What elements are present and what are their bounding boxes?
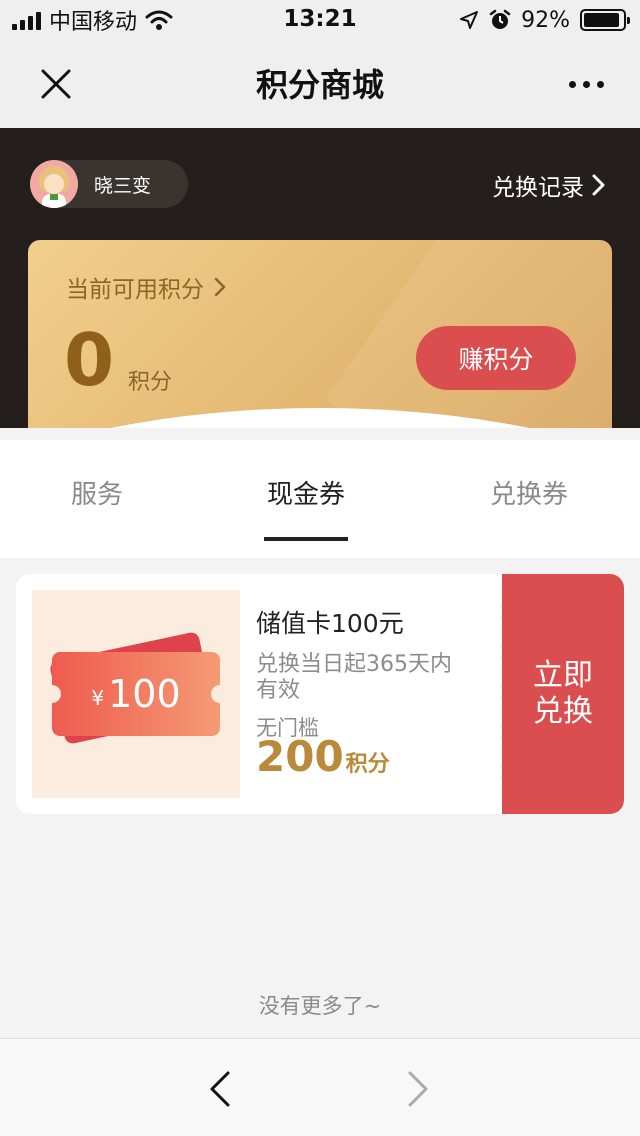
avatar [30,160,78,208]
redeem-label: 立即兑换 [533,659,593,728]
coupon-card[interactable]: ¥ 100 储值卡100元 兑换当日起365天内有效 无门槛 200 积分 立即… [16,574,624,814]
tab-exchange-coupon[interactable]: 兑换券 [469,474,589,511]
chevron-right-icon [214,277,226,297]
more-button[interactable] [556,58,616,110]
more-icon [568,80,576,88]
user-profile-pill[interactable]: 晓三变 [30,160,188,208]
coupon-price-value: 200 [256,732,344,781]
nav-bar: 积分商城 [0,40,640,128]
ticket-graphic: ¥ 100 [52,652,220,736]
points-unit: 积分 [128,370,173,395]
no-more-text: 没有更多了~ [258,994,382,1018]
battery-icon [580,9,630,31]
coupon-image: ¥ 100 [32,590,240,798]
exchange-records-link[interactable]: 兑换记录 [492,168,606,202]
chevron-right-icon [408,1071,428,1107]
redeem-button[interactable]: 立即兑换 [502,574,624,814]
earn-points-button[interactable]: 赚积分 [416,326,576,390]
forward-button[interactable] [390,1061,446,1117]
ticket-amount: 100 [108,672,181,716]
back-button[interactable] [192,1061,248,1117]
coupon-price: 200 积分 [256,732,390,781]
tab-service[interactable]: 服务 [37,474,157,511]
username: 晓三变 [94,174,152,197]
available-points-label: 当前可用积分 [66,277,204,303]
points-card: 当前可用积分 0 积分 赚积分 [28,240,612,428]
page-title: 积分商城 [255,66,384,104]
points-value: 0 [64,318,115,402]
bottom-nav-bar [0,1038,640,1136]
coupon-info: ¥ 100 储值卡100元 兑换当日起365天内有效 无门槛 200 积分 [16,574,502,814]
chevron-left-icon [210,1071,230,1107]
ticket-currency: ¥ [91,686,105,710]
chevron-right-icon [592,174,605,196]
coupon-validity: 兑换当日起365天内有效 [256,652,452,703]
coupon-title: 储值卡100元 [256,609,404,638]
exchange-records-label: 兑换记录 [492,175,584,201]
battery-percent: 92% [521,7,570,33]
alarm-icon [489,9,511,29]
category-tabs: 服务 现金券 兑换券 [0,440,640,558]
points-header: 晓三变 兑换记录 当前可用积分 0 积分 赚积分 [0,128,640,428]
coupon-price-unit: 积分 [345,752,390,777]
active-tab-indicator [264,537,348,541]
available-points-link[interactable]: 当前可用积分 [66,270,226,304]
tab-cash-coupon[interactable]: 现金券 [246,474,366,511]
location-arrow-icon [460,11,479,29]
status-bar: 中国移动 13:21 92% [0,0,640,40]
